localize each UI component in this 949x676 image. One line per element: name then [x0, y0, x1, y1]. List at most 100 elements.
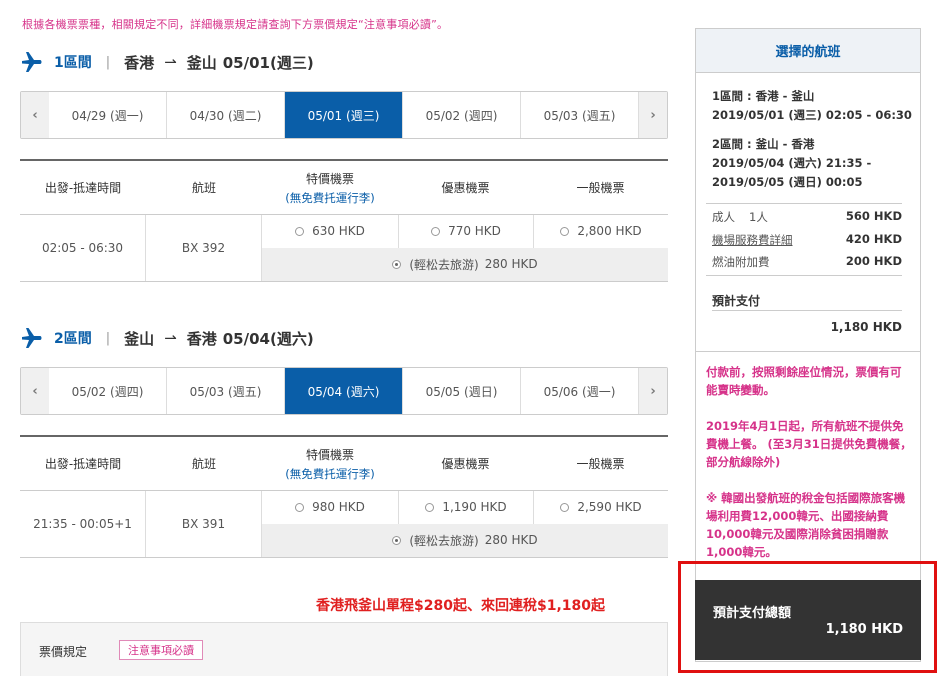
fare-table-2: 出發-抵達時間 航班 特價機票 (無免費托運行李) 優惠機票 一般機票 21:3… — [20, 435, 668, 558]
segment-date: 05/04(週六) — [222, 329, 314, 348]
date-tab[interactable]: 05/05 (週日) — [403, 368, 521, 414]
fare-normal-option[interactable]: 2,590 HKD — [533, 491, 668, 524]
divider — [706, 203, 902, 204]
fare-rules-label: 票價規定 — [39, 645, 88, 659]
fare-rules-section: 票價規定 注意事項必讀 — [20, 622, 668, 676]
cost-service: 機場服務費詳細 420 HKD — [712, 232, 902, 248]
promo-fare-price: 280 HKD — [484, 533, 538, 548]
airplane-icon — [22, 52, 42, 72]
radio-icon[interactable] — [431, 226, 441, 236]
fare-table-header: 出發-抵達時間 航班 特價機票 (無免費托運行李) 優惠機票 一般機票 — [20, 437, 668, 491]
notice-meal: 2019年4月1日起，所有航班不提供免費機上餐。 (至3月31日提供免費機餐，部… — [706, 419, 912, 469]
highlight-frame — [678, 561, 937, 673]
cost-adult: 成人 1人 560 HKD — [712, 209, 902, 224]
radio-icon[interactable] — [295, 502, 305, 512]
cost-fuel: 燃油附加費 200 HKD — [712, 254, 902, 269]
notice-korea-tax: ※ 韓國出發航班的稅金包括國際旅客機場利用費12,000韓元、出國接納費10,0… — [706, 491, 906, 559]
date-selector-1: ‹ 04/29 (週一) 04/30 (週二) 05/01 (週三) 05/02… — [20, 91, 668, 139]
col-special: 特價機票 (無免費托運行李) — [262, 437, 398, 490]
fare-rules-button[interactable]: 注意事項必讀 — [119, 640, 203, 660]
arrow-right-icon: ⇀ — [164, 53, 177, 71]
col-discount: 優惠機票 — [441, 457, 490, 471]
promo-fare-label: (輕松去旅游) — [409, 533, 479, 548]
date-tab[interactable]: 05/02 (週四) — [403, 92, 521, 138]
segment-number: 2區間 — [54, 331, 92, 347]
col-special: 特價機票 (無免費托運行李) — [262, 161, 398, 214]
date-tab[interactable]: 04/30 (週二) — [167, 92, 285, 138]
promo-fare-option[interactable]: (輕松去旅游) 280 HKD — [262, 247, 668, 281]
fare-discount-option[interactable]: 1,190 HKD — [398, 491, 533, 524]
selected-segment-2: 2區間 : 釜山 - 香港 2019/05/04 (週六) 21:35 - 20… — [712, 137, 872, 189]
col-discount: 優惠機票 — [441, 181, 490, 195]
divider — [696, 351, 920, 352]
origin: 釜山 — [124, 329, 155, 348]
date-tab[interactable]: 05/03 (週五) — [167, 368, 285, 414]
flight-number: BX 391 — [146, 491, 262, 557]
date-tab[interactable]: 05/03 (週五) — [521, 92, 639, 138]
next-date-button[interactable]: › — [639, 92, 667, 138]
segment-2-header: 2區間 | 釜山 ⇀ 香港 05/04(週六) — [20, 326, 314, 350]
col-time: 出發-抵達時間 — [44, 181, 122, 195]
airplane-icon — [22, 328, 42, 348]
col-normal: 一般機票 — [576, 181, 625, 195]
divider — [712, 310, 902, 311]
promo-fare-option[interactable]: (輕松去旅游) 280 HKD — [262, 523, 668, 557]
flight-time: 21:35 - 00:05+1 — [20, 491, 146, 557]
selected-segment-1: 1區間 : 香港 - 釜山 2019/05/01 (週三) 02:05 - 06… — [712, 89, 912, 122]
radio-icon[interactable] — [560, 502, 570, 512]
segment-date: 05/01(週三) — [222, 53, 314, 72]
notice-price-change: 付款前，按照剩餘座位情況，票價有可能賣時變動。 — [706, 365, 902, 397]
fare-notice: 根據各機票票種，相關規定不同，詳細機票規定請查詢下方票價規定“注意事項必讀”。 — [22, 18, 449, 31]
estimated-payment-value: 1,180 HKD — [830, 320, 902, 334]
fare-normal-option[interactable]: 2,800 HKD — [533, 215, 668, 248]
radio-icon[interactable] — [295, 226, 305, 236]
flight-time: 02:05 - 06:30 — [20, 215, 146, 281]
separator: | — [105, 330, 111, 346]
fare-special-option[interactable]: 980 HKD — [262, 491, 398, 524]
date-tab-selected[interactable]: 05/04 (週六) — [285, 368, 403, 414]
col-flight: 航班 — [191, 457, 216, 471]
date-tab[interactable]: 04/29 (週一) — [49, 92, 167, 138]
fare-table-header: 出發-抵達時間 航班 特價機票 (無免費托運行李) 優惠機票 一般機票 — [20, 161, 668, 215]
prev-date-button[interactable]: ‹ — [21, 368, 49, 414]
fare-discount-option[interactable]: 770 HKD — [398, 215, 533, 248]
col-special-note: (無免費托運行李) — [285, 466, 375, 481]
radio-checked-icon[interactable] — [392, 259, 402, 269]
date-tab-selected[interactable]: 05/01 (週三) — [285, 92, 403, 138]
next-date-button[interactable]: › — [639, 368, 667, 414]
origin: 香港 — [124, 53, 155, 72]
date-selector-2: ‹ 05/02 (週四) 05/03 (週五) 05/04 (週六) 05/05… — [20, 367, 668, 415]
fare-special-option[interactable]: 630 HKD — [262, 215, 398, 248]
fare-options: 980 HKD 1,190 HKD 2,590 HKD (輕松去旅游) 280 … — [262, 491, 668, 557]
col-special-note: (無免費托運行李) — [285, 190, 375, 205]
segment-1-header: 1區間 | 香港 ⇀ 釜山 05/01(週三) — [20, 50, 314, 74]
arrow-right-icon: ⇀ — [164, 329, 177, 347]
destination: 釜山 — [186, 53, 217, 72]
prev-date-button[interactable]: ‹ — [21, 92, 49, 138]
destination: 香港 — [186, 329, 217, 348]
col-special-label: 特價機票 — [305, 171, 354, 186]
promo-fare-price: 280 HKD — [484, 257, 538, 272]
col-flight: 航班 — [191, 181, 216, 195]
promo-caption: 香港飛釜山單程$280起、來回連稅$1,180起 — [316, 598, 605, 614]
divider — [706, 275, 902, 276]
table-row: 02:05 - 06:30 BX 392 630 HKD 770 HKD 2,8… — [20, 215, 668, 282]
estimated-payment-label: 預計支付 — [712, 294, 761, 308]
col-normal: 一般機票 — [576, 457, 625, 471]
segment-number: 1區間 — [54, 55, 92, 71]
table-row: 21:35 - 00:05+1 BX 391 980 HKD 1,190 HKD… — [20, 491, 668, 558]
promo-fare-label: (輕松去旅游) — [409, 257, 479, 272]
col-special-label: 特價機票 — [305, 447, 354, 462]
flight-number: BX 392 — [146, 215, 262, 281]
separator: | — [105, 54, 111, 70]
panel-title: 選擇的航班 — [696, 29, 920, 73]
fare-table-1: 出發-抵達時間 航班 特價機票 (無免費托運行李) 優惠機票 一般機票 02:0… — [20, 159, 668, 282]
date-tab[interactable]: 05/06 (週一) — [521, 368, 639, 414]
fare-options: 630 HKD 770 HKD 2,800 HKD (輕松去旅游) 280 HK… — [262, 215, 668, 281]
radio-icon[interactable] — [560, 226, 570, 236]
date-tab[interactable]: 05/02 (週四) — [49, 368, 167, 414]
radio-checked-icon[interactable] — [392, 535, 402, 545]
col-time: 出發-抵達時間 — [44, 457, 122, 471]
service-fee-detail-link[interactable]: 機場服務費詳細 — [712, 232, 793, 248]
radio-icon[interactable] — [425, 502, 435, 512]
